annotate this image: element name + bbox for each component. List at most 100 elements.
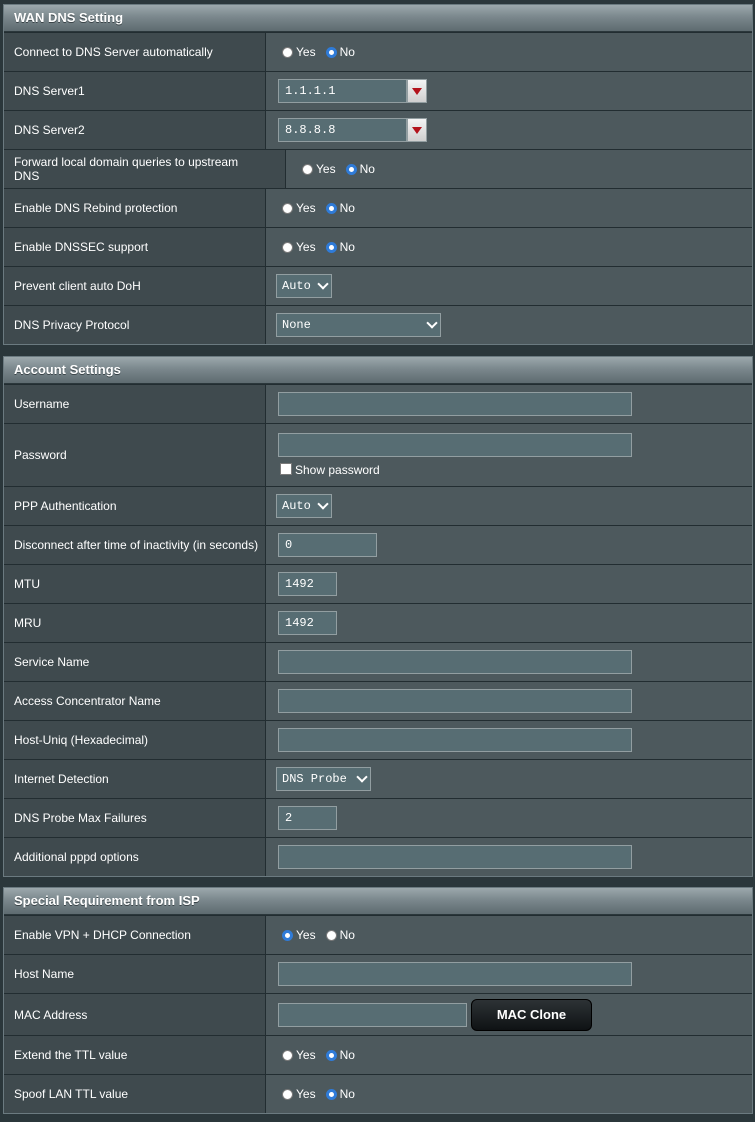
row-host-name: Host Name (4, 954, 752, 993)
spoof-ttl-no[interactable]: No (325, 1087, 361, 1101)
wan-dns-section: WAN DNS Setting Connect to DNS Server au… (3, 4, 753, 345)
account-settings-section: Account Settings Username Password Show … (3, 356, 753, 877)
field-label: Spoof LAN TTL value (4, 1075, 266, 1113)
row-extend-ttl: Extend the TTL value Yes No (4, 1035, 752, 1074)
dropdown-arrow-icon (412, 87, 422, 95)
dnssec-yes[interactable]: Yes (282, 240, 322, 254)
radio-selected-icon[interactable] (325, 46, 337, 58)
extend-ttl-no[interactable]: No (325, 1048, 361, 1062)
extend-ttl-yes[interactable]: Yes (282, 1048, 322, 1062)
pppd-options-input[interactable] (278, 845, 632, 869)
section-title: Special Requirement from ISP (4, 888, 752, 915)
row-mtu: MTU (4, 564, 752, 603)
radio-icon[interactable] (282, 202, 293, 214)
field-label: MRU (4, 604, 266, 642)
chevron-down-icon (426, 317, 438, 329)
row-dns-privacy: DNS Privacy Protocol None (4, 305, 752, 344)
field-label: Access Concentrator Name (4, 682, 266, 720)
dns-rebind-no[interactable]: No (325, 201, 361, 215)
row-dnssec: Enable DNSSEC support Yes No (4, 227, 752, 266)
radio-icon[interactable] (282, 1088, 293, 1100)
radio-icon[interactable] (325, 929, 337, 941)
radio-selected-icon[interactable] (325, 241, 337, 253)
row-host-uniq: Host-Uniq (Hexadecimal) (4, 720, 752, 759)
field-label: Additional pppd options (4, 838, 266, 876)
row-probe-max: DNS Probe Max Failures (4, 798, 752, 837)
vpn-dhcp-no[interactable]: No (325, 928, 361, 942)
row-ppp-auth: PPP Authentication Auto (4, 486, 752, 525)
radio-selected-icon[interactable] (325, 202, 337, 214)
row-forward-local-domain: Forward local domain queries to upstream… (4, 149, 752, 188)
dns-server2-input[interactable] (278, 118, 407, 142)
ppp-auth-select[interactable]: Auto (276, 494, 332, 518)
row-connect-dns-auto: Connect to DNS Server automatically Yes … (4, 32, 752, 71)
section-title: Account Settings (4, 357, 752, 384)
mtu-input[interactable] (278, 572, 337, 596)
ac-name-input[interactable] (278, 689, 632, 713)
row-internet-detection: Internet Detection DNS Probe (4, 759, 752, 798)
field-label: PPP Authentication (4, 487, 266, 525)
password-input[interactable] (278, 433, 632, 457)
isp-requirements-section: Special Requirement from ISP Enable VPN … (3, 887, 753, 1114)
field-label: Service Name (4, 643, 266, 681)
row-service-name: Service Name (4, 642, 752, 681)
idle-disconnect-input[interactable] (278, 533, 377, 557)
mac-clone-button[interactable]: MAC Clone (471, 998, 592, 1031)
radio-selected-icon[interactable] (345, 163, 357, 175)
field-label: Disconnect after time of inactivity (in … (4, 526, 266, 564)
radio-icon[interactable] (282, 241, 293, 253)
row-mac-address: MAC Address MAC Clone (4, 993, 752, 1035)
field-label: DNS Probe Max Failures (4, 799, 266, 837)
username-input[interactable] (278, 392, 632, 416)
radio-selected-icon[interactable] (325, 1049, 337, 1061)
row-pppd-options: Additional pppd options (4, 837, 752, 876)
field-label: DNS Server2 (4, 111, 266, 149)
connect-dns-auto-no[interactable]: No (325, 45, 361, 59)
field-label: Connect to DNS Server automatically (4, 33, 266, 71)
radio-icon[interactable] (282, 46, 293, 58)
host-uniq-input[interactable] (278, 728, 632, 752)
vpn-dhcp-yes[interactable]: Yes (282, 928, 322, 942)
field-label: MAC Address (4, 994, 266, 1035)
internet-detection-select[interactable]: DNS Probe (276, 767, 371, 791)
dnssec-no[interactable]: No (325, 240, 361, 254)
show-password-option[interactable]: Show password (280, 463, 380, 477)
connect-dns-auto-yes[interactable]: Yes (282, 45, 322, 59)
service-name-input[interactable] (278, 650, 632, 674)
radio-selected-icon[interactable] (282, 929, 293, 941)
section-title: WAN DNS Setting (4, 5, 752, 32)
dns-server1-dropdown-button[interactable] (407, 79, 427, 103)
dns-server1-input[interactable] (278, 79, 407, 103)
row-dns-server1: DNS Server1 (4, 71, 752, 110)
field-label: Forward local domain queries to upstream… (4, 150, 286, 188)
radio-icon[interactable] (282, 1049, 293, 1061)
row-mru: MRU (4, 603, 752, 642)
field-label: Enable DNSSEC support (4, 228, 266, 266)
mru-input[interactable] (278, 611, 337, 635)
field-label: Host-Uniq (Hexadecimal) (4, 721, 266, 759)
spoof-ttl-yes[interactable]: Yes (282, 1087, 322, 1101)
field-label: Host Name (4, 955, 266, 993)
radio-icon[interactable] (302, 163, 313, 175)
field-label: Internet Detection (4, 760, 266, 798)
dns-rebind-yes[interactable]: Yes (282, 201, 322, 215)
forward-local-no[interactable]: No (345, 162, 381, 176)
probe-max-input[interactable] (278, 806, 337, 830)
dns-server2-combo (278, 118, 427, 142)
mac-address-input[interactable] (278, 1002, 467, 1027)
radio-selected-icon[interactable] (325, 1088, 337, 1100)
host-name-input[interactable] (278, 962, 632, 986)
forward-local-yes[interactable]: Yes (302, 162, 342, 176)
field-label: DNS Server1 (4, 72, 266, 110)
row-dns-rebind: Enable DNS Rebind protection Yes No (4, 188, 752, 227)
field-label: Password (4, 424, 266, 486)
row-dns-server2: DNS Server2 (4, 110, 752, 149)
dns-privacy-select[interactable]: None (276, 313, 441, 337)
field-label: DNS Privacy Protocol (4, 306, 266, 344)
dns-server2-dropdown-button[interactable] (407, 118, 427, 142)
show-password-checkbox[interactable] (280, 463, 292, 475)
chevron-down-icon (317, 278, 329, 290)
auto-doh-select[interactable]: Auto (276, 274, 332, 298)
row-idle-disconnect: Disconnect after time of inactivity (in … (4, 525, 752, 564)
field-label: Username (4, 385, 266, 423)
